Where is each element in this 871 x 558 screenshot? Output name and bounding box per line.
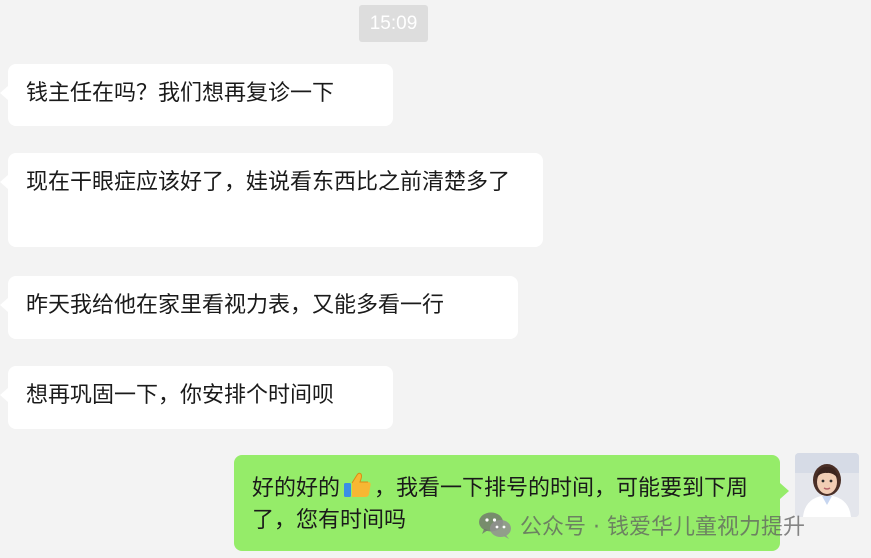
message-text: 钱主任在吗？我们想再复诊一下 — [26, 81, 335, 106]
avatar-portrait-icon — [795, 453, 859, 517]
message-timestamp: 15:09 — [359, 5, 428, 42]
watermark-text: 公众号 · 钱爱华儿童视力提升 — [520, 515, 805, 540]
incoming-message-4[interactable]: 想再巩固一下，你安排个时间呗 — [0, 366, 393, 429]
message-text: 想再巩固一下，你安排个时间呗 — [26, 383, 335, 408]
watermark: 公众号 · 钱爱华儿童视力提升 — [478, 511, 805, 540]
message-text-before-emoji: 好的好的 — [252, 476, 341, 501]
message-text: 昨天我给他在家里看视力表，又能多看一行 — [26, 293, 445, 318]
wechat-icon — [479, 512, 511, 539]
message-text: 现在干眼症应该好了，娃说看东西比之前清楚多了 — [26, 170, 511, 195]
incoming-message-3[interactable]: 昨天我给他在家里看视力表，又能多看一行 — [0, 276, 518, 339]
incoming-message-2[interactable]: 现在干眼症应该好了，娃说看东西比之前清楚多了 — [0, 153, 543, 247]
incoming-message-1[interactable]: 钱主任在吗？我们想再复诊一下 — [0, 64, 393, 126]
thumbs-up-icon — [344, 472, 371, 497]
doctor-avatar[interactable] — [795, 453, 859, 517]
